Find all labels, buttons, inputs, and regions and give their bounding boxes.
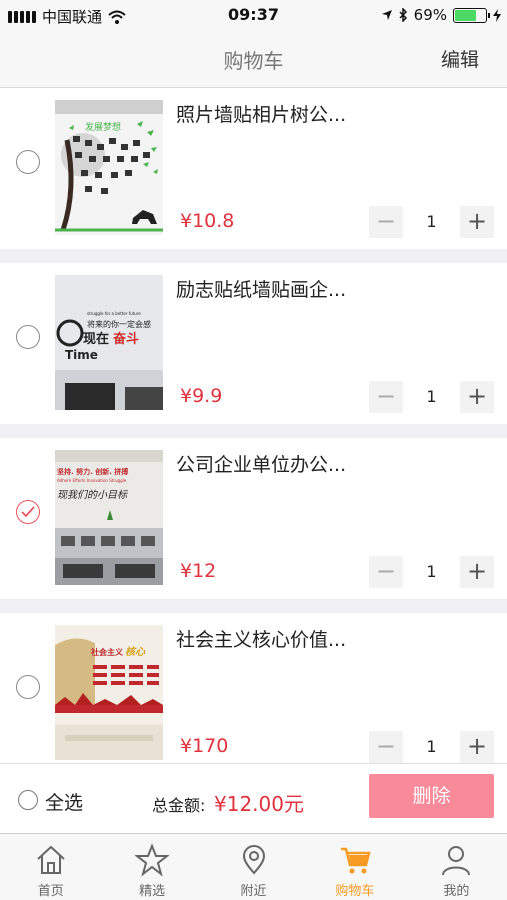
total-amount: ¥12.00元 [214, 792, 304, 816]
bottom-tab-bar: 首页 精选 附近 购物车 我的 [0, 833, 507, 900]
star-icon [135, 843, 170, 877]
product-title[interactable]: 励志贴纸墙贴画企... [176, 275, 346, 302]
thumb-3-goal: 现我们的小目标 [57, 489, 128, 501]
quantity-value[interactable]: 1 [403, 556, 460, 588]
item-checkbox-checked[interactable] [16, 500, 40, 524]
product-title[interactable]: 照片墙贴相片树公... [176, 100, 346, 127]
quantity-stepper: − 1 + [369, 731, 494, 763]
decrease-button[interactable]: − [369, 731, 403, 763]
delete-button[interactable]: 删除 [369, 774, 494, 818]
status-right: 69% [381, 6, 501, 24]
product-price: ¥9.9 [180, 385, 223, 407]
battery-icon [453, 7, 490, 23]
bluetooth-icon [399, 8, 407, 22]
quantity-value[interactable]: 1 [403, 206, 460, 238]
thumb-2-now: 现在 [83, 331, 109, 347]
office-wall-decal-image: 坚持. 努力. 创新. 拼搏 Adhere Efforts Innovation… [55, 450, 163, 585]
decrease-button[interactable]: − [369, 206, 403, 238]
thumb-4-title: 社会主义 [90, 647, 124, 657]
tab-label: 附近 [240, 884, 267, 899]
location-pin-icon [242, 845, 265, 875]
product-price: ¥10.8 [180, 210, 235, 232]
home-icon [37, 845, 65, 874]
item-checkbox[interactable] [16, 325, 40, 349]
tab-label: 首页 [37, 884, 64, 899]
checkout-summary-bar: 全选 总金额: ¥12.00元 删除 [0, 763, 507, 833]
select-all-label[interactable]: 全选 [45, 788, 83, 815]
thumb-2-english: struggle for a better future [87, 311, 141, 316]
increase-button[interactable]: + [460, 731, 494, 763]
thumb-2-slogan: 将来的你一定会感 [87, 319, 151, 329]
core-values-wall-decal-image: 社会主义 核心 [55, 625, 163, 760]
status-bar: 中国联通 09:37 69% [0, 0, 507, 30]
product-thumbnail[interactable]: struggle for a better future 将来的你一定会感 现在… [55, 275, 163, 410]
cart-list[interactable]: 发展梦想 照片墙贴相片树公... ¥10.8 − 1 + struggle fo… [0, 88, 507, 763]
battery-level [455, 9, 476, 21]
tab-featured[interactable]: 精选 [101, 834, 202, 900]
increase-button[interactable]: + [460, 206, 494, 238]
product-thumbnail[interactable]: 发展梦想 [55, 100, 163, 235]
decrease-button[interactable]: − [369, 381, 403, 413]
quantity-value[interactable]: 1 [403, 731, 460, 763]
product-thumbnail[interactable]: 社会主义 核心 [55, 625, 163, 760]
tab-cart[interactable]: 购物车 [304, 834, 405, 900]
photo-tree-wall-image: 发展梦想 [55, 100, 163, 235]
thumb-1-slogan: 发展梦想 [85, 121, 121, 133]
item-checkbox[interactable] [16, 675, 40, 699]
thumb-3-slogan: 坚持. 努力. 创新. 拼搏 [57, 467, 128, 476]
cart-item: 坚持. 努力. 创新. 拼搏 Adhere Efforts Innovation… [0, 438, 507, 599]
cart-item: 社会主义 核心 社会主义核心价值... ¥170 − 1 + [0, 613, 507, 763]
tab-label: 购物车 [335, 884, 375, 899]
navigation-bar: 购物车 编辑 [0, 30, 507, 88]
product-thumbnail[interactable]: 坚持. 努力. 创新. 拼搏 Adhere Efforts Innovation… [55, 450, 163, 585]
cart-icon [340, 847, 371, 874]
item-checkbox[interactable] [16, 150, 40, 174]
product-title[interactable]: 社会主义核心价值... [176, 625, 346, 652]
tab-profile[interactable]: 我的 [406, 834, 507, 900]
quantity-stepper: − 1 + [369, 381, 494, 413]
tab-home[interactable]: 首页 [0, 834, 101, 900]
battery-percent: 69% [413, 6, 447, 24]
increase-button[interactable]: + [460, 381, 494, 413]
tab-label: 我的 [443, 884, 470, 899]
product-price: ¥12 [180, 560, 217, 582]
product-title[interactable]: 公司企业单位办公... [176, 450, 346, 477]
quantity-stepper: − 1 + [369, 206, 494, 238]
increase-button[interactable]: + [460, 556, 494, 588]
decrease-button[interactable]: − [369, 556, 403, 588]
thumb-4-accent: 核心 [125, 646, 146, 658]
thumb-2-time: Time [65, 348, 98, 362]
checkmark-icon [21, 506, 35, 518]
thumb-2-fight: 奋斗 [112, 331, 139, 347]
motivational-wall-sticker-image: struggle for a better future 将来的你一定会感 现在… [55, 275, 163, 410]
select-all-checkbox[interactable] [18, 790, 38, 810]
total-label: 总金额: [152, 796, 206, 815]
page-title: 购物车 [223, 49, 284, 73]
quantity-stepper: − 1 + [369, 556, 494, 588]
thumb-3-english: Adhere Efforts Innovation Struggle [57, 478, 127, 483]
edit-button[interactable]: 编辑 [441, 45, 479, 72]
product-price: ¥170 [180, 735, 229, 757]
location-arrow-icon [381, 10, 392, 20]
tab-nearby[interactable]: 附近 [203, 834, 304, 900]
tab-label: 精选 [139, 884, 166, 899]
user-icon [442, 846, 471, 876]
cart-item: 发展梦想 照片墙贴相片树公... ¥10.8 − 1 + [0, 88, 507, 249]
cart-item: struggle for a better future 将来的你一定会感 现在… [0, 263, 507, 424]
charging-icon [493, 8, 501, 22]
quantity-value[interactable]: 1 [403, 381, 460, 413]
